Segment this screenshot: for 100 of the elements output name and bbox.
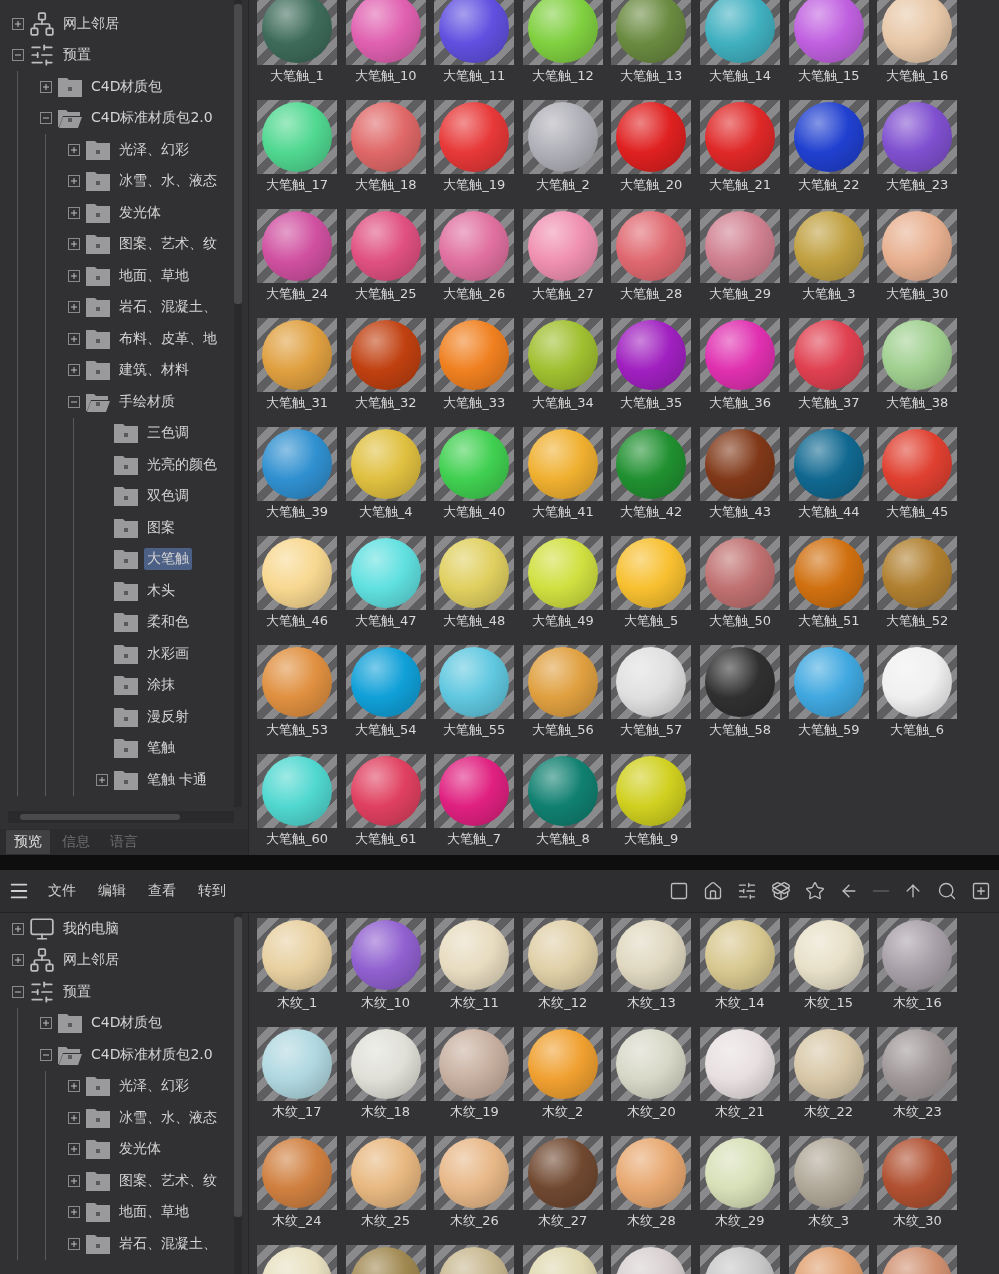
expand-icon[interactable] [68,332,80,345]
expand-icon[interactable] [68,238,80,251]
expand-icon[interactable] [12,17,24,30]
scrollbar[interactable] [234,913,242,1274]
tree-item[interactable]: 大笔触 [144,548,192,571]
expand-icon[interactable] [40,1017,52,1030]
menu-item[interactable]: 文件 [44,880,80,902]
search-icon[interactable] [937,881,957,901]
folder-icon [57,1012,83,1035]
expand-icon[interactable] [68,1206,80,1219]
folder-icon [85,233,111,256]
tree-item[interactable]: 发光体 [116,1138,164,1161]
tree-item[interactable]: 三色调 [144,422,192,445]
expand-icon[interactable] [68,1237,80,1250]
tree-item[interactable]: C4D材质包 [88,1012,166,1035]
collapse-icon[interactable] [40,112,52,125]
material-name: 大笔触_50 [708,612,771,630]
tree-item[interactable]: 预置 [60,44,94,67]
material-name: 木纹_29 [715,1212,765,1230]
expand-icon[interactable] [68,175,80,188]
expand-icon[interactable] [68,1111,80,1124]
tree-item[interactable]: 预置 [60,980,94,1003]
folder-icon [85,1075,111,1098]
expand-icon[interactable] [12,922,24,935]
scrollbar[interactable] [234,0,242,807]
tree-item[interactable]: 布料、皮革、地 [116,327,220,350]
tree-item[interactable]: 光泽、幻彩 [116,138,192,161]
tree-item[interactable]: 冰雪、水、液态 [116,170,220,193]
expand-icon[interactable] [68,1080,80,1093]
material-name: 大笔触_1 [270,67,324,85]
expand-icon[interactable] [68,1174,80,1187]
expand-icon[interactable] [68,143,80,156]
tab[interactable]: 预览 [6,830,50,854]
plus-square-icon[interactable] [971,881,991,901]
tree-item[interactable]: 网上邻居 [60,949,122,972]
tree-item[interactable]: 光泽、幻彩 [116,1075,192,1098]
tree-item[interactable]: 涂抹 [144,674,178,697]
material-name: 大笔触_10 [354,67,417,85]
material-name: 大笔触_29 [708,285,771,303]
tree-item[interactable]: 网上邻居 [60,12,122,35]
material-name: 大笔触_42 [620,503,683,521]
material-name: 大笔触_23 [886,176,949,194]
box-icon[interactable] [771,881,791,901]
folder-icon [113,485,139,508]
expand-icon[interactable] [96,773,108,786]
material-name: 大笔触_55 [443,721,506,739]
tree-item[interactable]: 漫反射 [144,705,192,728]
tree-item[interactable]: C4D标准材质包2.0 [88,1043,216,1066]
tree-item[interactable]: 手绘材质 [116,390,178,413]
folder-icon [113,422,139,445]
material-name: 木纹_10 [361,994,411,1012]
sliders-icon[interactable] [737,881,757,901]
expand-icon[interactable] [68,1143,80,1156]
material-name: 木纹_30 [892,1212,942,1230]
material-name: 大笔触_52 [886,612,949,630]
material-name: 大笔触_34 [531,394,594,412]
tree-item[interactable]: 地面、草地 [116,264,192,287]
material-name: 木纹_28 [626,1212,676,1230]
tree-item[interactable]: 我的电脑 [60,917,122,940]
tree-item[interactable]: 地面、草地 [116,1201,192,1224]
folder-icon [113,611,139,634]
tree-item[interactable]: 图案 [144,516,178,539]
tree-item[interactable]: 木头 [144,579,178,602]
expand-icon[interactable] [12,954,24,967]
expand-icon[interactable] [68,206,80,219]
expand-icon[interactable] [68,364,80,377]
tree-item[interactable]: 笔触 [144,737,178,760]
collapse-icon[interactable] [40,1048,52,1061]
tree-item[interactable]: 建筑、材料 [116,359,192,382]
menu-item[interactable]: 转到 [194,880,230,902]
tree-item[interactable]: 岩石、混凝土、 [116,296,220,319]
tree-item[interactable]: 光亮的颜色 [144,453,220,476]
tree-item[interactable]: C4D材质包 [88,75,166,98]
square-icon[interactable] [669,881,689,901]
tree-item[interactable]: 发光体 [116,201,164,224]
collapse-icon[interactable] [12,49,24,62]
tree-item[interactable]: 水彩画 [144,642,192,665]
folder-icon [113,453,139,476]
tree-item[interactable]: 图案、艺术、纹 [116,233,220,256]
star-icon[interactable] [805,881,825,901]
expand-icon[interactable] [68,301,80,314]
material-name: 大笔触_11 [443,67,506,85]
collapse-icon[interactable] [68,395,80,408]
tree-item[interactable]: C4D标准材质包2.0 [88,107,216,130]
tree-item[interactable]: 双色调 [144,485,192,508]
tree-item[interactable]: 冰雪、水、液态 [116,1106,220,1129]
tree-item[interactable]: 笔触 卡通 [144,768,211,791]
tree-item[interactable]: 岩石、混凝土、 [116,1232,220,1255]
expand-icon[interactable] [68,269,80,282]
material-name: 木纹_13 [626,994,676,1012]
material-name: 大笔触_39 [265,503,328,521]
scrollbar[interactable] [8,811,234,823]
tree-item[interactable]: 图案、艺术、纹 [116,1169,220,1192]
collapse-icon[interactable] [12,985,24,998]
tree-item[interactable]: 柔和色 [144,611,192,634]
home-icon[interactable] [703,881,723,901]
expand-icon[interactable] [40,80,52,93]
menu-item[interactable]: 编辑 [94,880,130,902]
menu-item[interactable]: 查看 [144,880,180,902]
material-name: 大笔触_13 [620,67,683,85]
